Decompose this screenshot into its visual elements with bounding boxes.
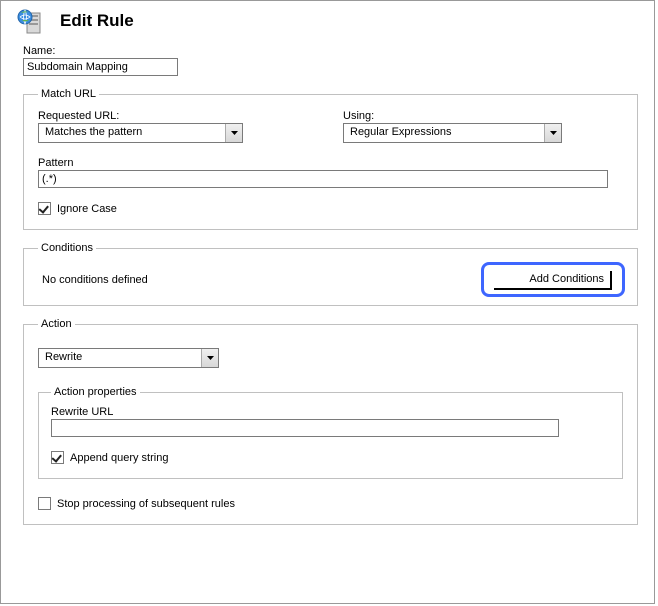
conditions-legend: Conditions — [38, 242, 96, 254]
name-input[interactable] — [23, 58, 178, 76]
requested-url-label: Requested URL: — [38, 110, 243, 122]
using-dropdown[interactable]: Regular Expressions — [343, 123, 562, 143]
pattern-label: Pattern — [38, 157, 623, 169]
server-globe-icon — [17, 7, 45, 35]
requested-url-dropdown[interactable]: Matches the pattern — [38, 123, 243, 143]
add-conditions-highlight: Add Conditions — [481, 262, 625, 297]
match-url-legend: Match URL — [38, 88, 99, 100]
action-type-value: Rewrite — [39, 349, 201, 367]
action-properties-group: Action properties Rewrite URL Append que… — [38, 386, 623, 479]
using-label: Using: — [343, 110, 562, 122]
action-group: Action Rewrite Action properties Rewrite… — [23, 318, 638, 525]
conditions-group: Conditions No conditions defined Add Con… — [23, 242, 638, 306]
using-value: Regular Expressions — [344, 124, 544, 142]
name-label: Name: — [23, 45, 638, 57]
add-conditions-button[interactable]: Add Conditions — [494, 271, 612, 290]
match-url-group: Match URL Requested URL: Matches the pat… — [23, 88, 638, 230]
conditions-empty-text: No conditions defined — [42, 274, 148, 286]
stop-processing-label: Stop processing of subsequent rules — [57, 498, 235, 510]
append-query-checkbox[interactable] — [51, 451, 64, 464]
chevron-down-icon — [201, 349, 218, 367]
append-query-label: Append query string — [70, 452, 168, 464]
ignore-case-label: Ignore Case — [57, 203, 117, 215]
chevron-down-icon — [544, 124, 561, 142]
page-title: Edit Rule — [60, 11, 134, 31]
rewrite-url-label: Rewrite URL — [51, 406, 610, 418]
rewrite-url-input[interactable] — [51, 419, 559, 437]
pattern-input[interactable] — [38, 170, 608, 188]
ignore-case-checkbox[interactable] — [38, 202, 51, 215]
action-properties-legend: Action properties — [51, 386, 140, 398]
requested-url-value: Matches the pattern — [39, 124, 225, 142]
stop-processing-checkbox[interactable] — [38, 497, 51, 510]
action-type-dropdown[interactable]: Rewrite — [38, 348, 219, 368]
action-legend: Action — [38, 318, 75, 330]
chevron-down-icon — [225, 124, 242, 142]
page-header: Edit Rule — [1, 5, 654, 45]
